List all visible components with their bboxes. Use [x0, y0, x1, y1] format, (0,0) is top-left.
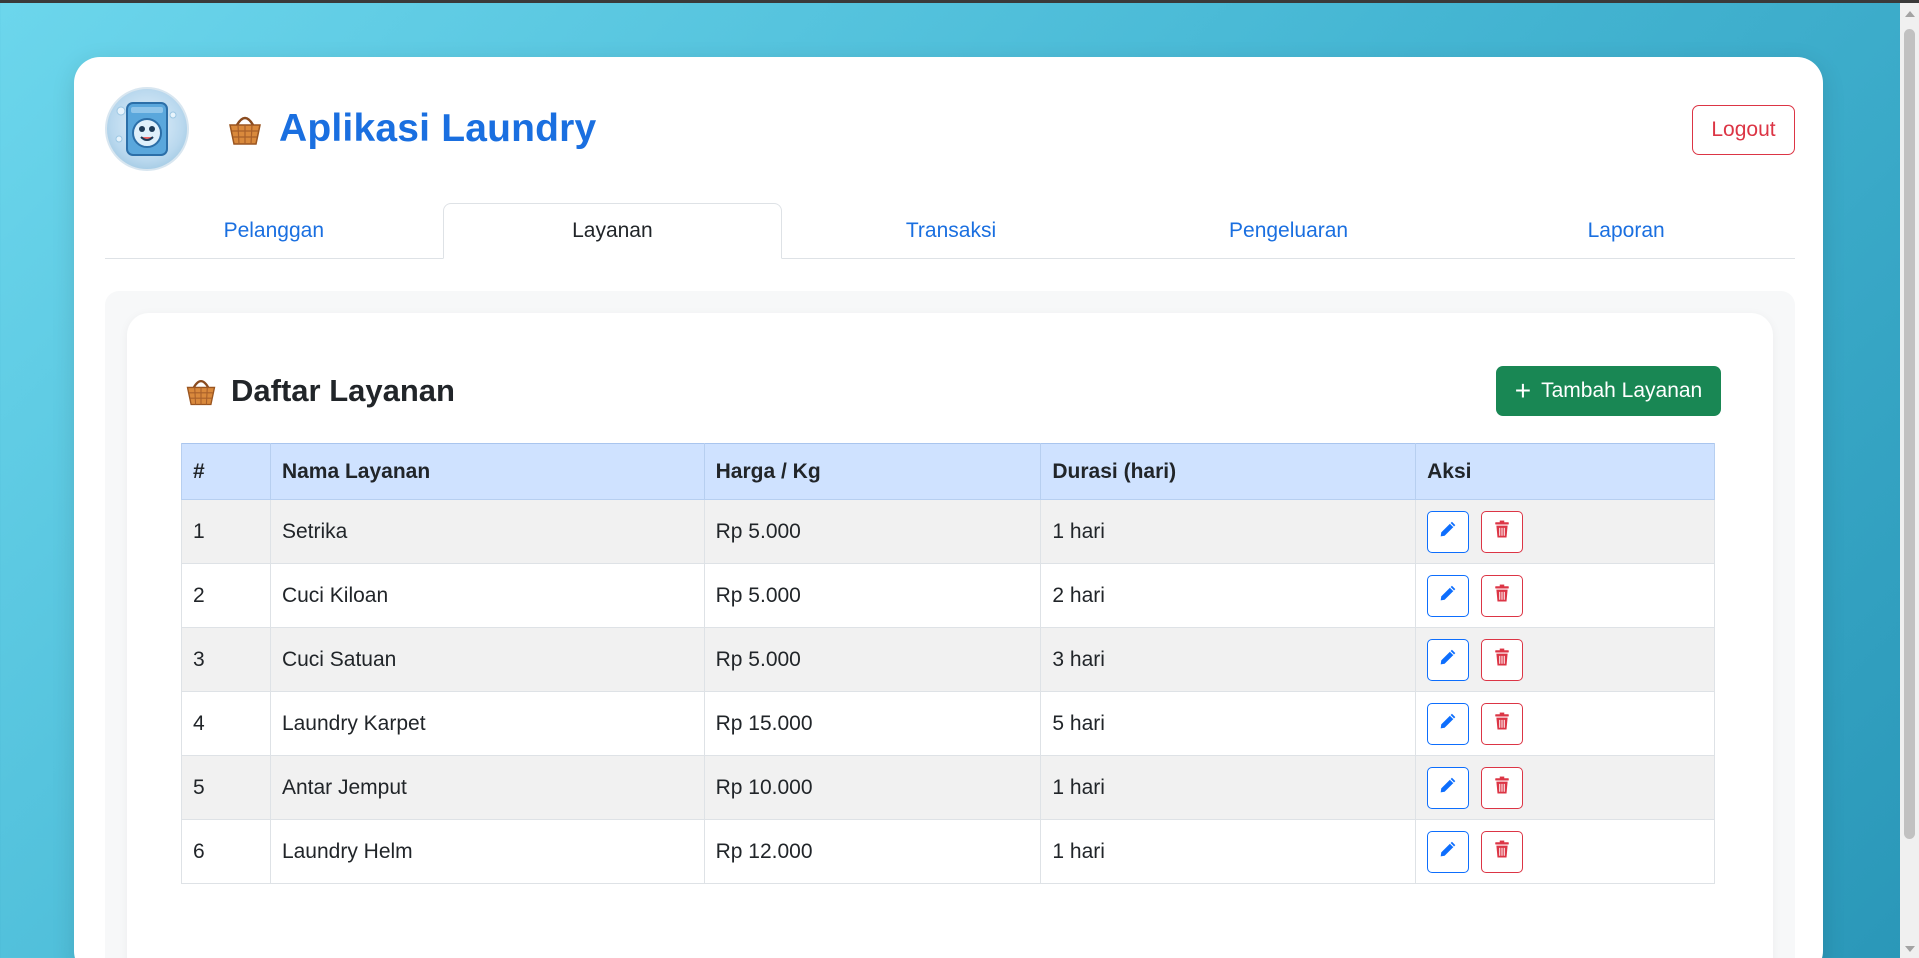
- delete-button[interactable]: [1481, 702, 1524, 745]
- trash-icon: [1494, 776, 1510, 800]
- trash-icon: [1494, 648, 1510, 672]
- table-row: 1 Setrika Rp 5.000 1 hari: [181, 499, 1715, 564]
- window-top-border: [0, 0, 1919, 3]
- trash-icon: [1494, 584, 1510, 608]
- cell-actions: [1415, 819, 1715, 884]
- services-table: # Nama Layanan Harga / Kg Durasi (hari) …: [181, 443, 1715, 884]
- cell-price: Rp 5.000: [703, 563, 1042, 628]
- row-actions: [1427, 702, 1703, 745]
- cell-number: 2: [181, 563, 271, 628]
- tab-transaksi[interactable]: Transaksi: [782, 203, 1120, 258]
- table-row: 2 Cuci Kiloan Rp 5.000 2 hari: [181, 563, 1715, 628]
- tab-laporan[interactable]: Laporan: [1457, 203, 1795, 258]
- col-header-duration: Durasi (hari): [1040, 443, 1417, 500]
- edit-button[interactable]: [1427, 510, 1470, 553]
- edit-button[interactable]: [1427, 574, 1470, 617]
- delete-button[interactable]: [1481, 510, 1524, 553]
- cell-service-name: Setrika: [269, 499, 705, 564]
- cell-service-name: Laundry Karpet: [269, 691, 705, 756]
- delete-button[interactable]: [1481, 638, 1524, 681]
- cell-number: 6: [181, 819, 271, 884]
- cell-actions: [1415, 627, 1715, 692]
- basket-icon: [229, 116, 261, 145]
- trash-icon: [1494, 840, 1510, 864]
- delete-button[interactable]: [1481, 766, 1524, 809]
- cell-duration: 5 hari: [1040, 691, 1417, 756]
- row-actions: [1427, 510, 1703, 553]
- tab-pelanggan[interactable]: Pelanggan: [105, 203, 443, 258]
- cell-actions: [1415, 563, 1715, 628]
- row-actions: [1427, 574, 1703, 617]
- edit-button[interactable]: [1427, 638, 1470, 681]
- scrollbar-thumb[interactable]: [1904, 29, 1915, 839]
- cell-service-name: Cuci Kiloan: [269, 563, 705, 628]
- cell-price: Rp 12.000: [703, 819, 1042, 884]
- cell-actions: [1415, 691, 1715, 756]
- cell-service-name: Cuci Satuan: [269, 627, 705, 692]
- cell-number: 5: [181, 755, 271, 820]
- table-row: 5 Antar Jemput Rp 10.000 1 hari: [181, 755, 1715, 820]
- plus-icon: +: [1514, 375, 1532, 406]
- pencil-icon: [1439, 712, 1457, 736]
- col-header-price: Harga / Kg: [703, 443, 1042, 500]
- add-service-label: Tambah Layanan: [1541, 379, 1703, 402]
- col-header-name: Nama Layanan: [269, 443, 705, 500]
- cell-duration: 2 hari: [1040, 563, 1417, 628]
- col-header-actions: Aksi: [1415, 443, 1715, 500]
- edit-button[interactable]: [1427, 830, 1470, 873]
- cell-duration: 1 hari: [1040, 499, 1417, 564]
- vertical-scrollbar[interactable]: [1900, 3, 1919, 958]
- scroll-down-icon[interactable]: [1905, 946, 1915, 952]
- nav-tabs: Pelanggan Layanan Transaksi Pengeluaran …: [105, 203, 1795, 259]
- cell-duration: 1 hari: [1040, 819, 1417, 884]
- trash-icon: [1494, 520, 1510, 544]
- basket-icon: [186, 380, 216, 406]
- cell-number: 4: [181, 691, 271, 756]
- row-actions: [1427, 830, 1703, 873]
- section-title: Daftar Layanan: [231, 373, 455, 408]
- cell-duration: 1 hari: [1040, 755, 1417, 820]
- pencil-icon: [1439, 840, 1457, 864]
- cell-service-name: Antar Jemput: [269, 755, 705, 820]
- cell-number: 1: [181, 499, 271, 564]
- cell-price: Rp 10.000: [703, 755, 1042, 820]
- section-header: Daftar Layanan: [183, 373, 455, 409]
- content-panel: Daftar Layanan + Tambah Layanan # Nama L…: [105, 291, 1795, 958]
- main-card: Aplikasi Laundry Logout Pelanggan Layana…: [74, 57, 1823, 958]
- edit-button[interactable]: [1427, 702, 1470, 745]
- cell-number: 3: [181, 627, 271, 692]
- cell-price: Rp 15.000: [703, 691, 1042, 756]
- delete-button[interactable]: [1481, 574, 1524, 617]
- trash-icon: [1494, 712, 1510, 736]
- logout-button[interactable]: Logout: [1692, 105, 1795, 155]
- table-row: 6 Laundry Helm Rp 12.000 1 hari: [181, 819, 1715, 884]
- table-row: 4 Laundry Karpet Rp 15.000 5 hari: [181, 691, 1715, 756]
- tab-layanan[interactable]: Layanan: [442, 203, 783, 259]
- app-title-group: Aplikasi Laundry: [225, 107, 596, 151]
- pencil-icon: [1439, 584, 1457, 608]
- laundry-mascot-logo: [105, 87, 189, 171]
- row-actions: [1427, 766, 1703, 809]
- cell-duration: 3 hari: [1040, 627, 1417, 692]
- services-card: Daftar Layanan + Tambah Layanan # Nama L…: [127, 313, 1773, 958]
- pencil-icon: [1439, 776, 1457, 800]
- delete-button[interactable]: [1481, 830, 1524, 873]
- cell-service-name: Laundry Helm: [269, 819, 705, 884]
- cell-price: Rp 5.000: [703, 499, 1042, 564]
- pencil-icon: [1439, 648, 1457, 672]
- table-header-row: # Nama Layanan Harga / Kg Durasi (hari) …: [181, 443, 1715, 500]
- app-title: Aplikasi Laundry: [279, 107, 597, 150]
- col-header-number: #: [181, 443, 271, 500]
- cell-price: Rp 5.000: [703, 627, 1042, 692]
- table-row: 3 Cuci Satuan Rp 5.000 3 hari: [181, 627, 1715, 692]
- cell-actions: [1415, 499, 1715, 564]
- app-header: Aplikasi Laundry Logout: [105, 87, 1795, 171]
- cell-actions: [1415, 755, 1715, 820]
- add-service-button[interactable]: + Tambah Layanan: [1496, 366, 1721, 416]
- edit-button[interactable]: [1427, 766, 1470, 809]
- row-actions: [1427, 638, 1703, 681]
- pencil-icon: [1439, 520, 1457, 544]
- scroll-up-icon[interactable]: [1905, 11, 1915, 17]
- tab-pengeluaran[interactable]: Pengeluaran: [1120, 203, 1458, 258]
